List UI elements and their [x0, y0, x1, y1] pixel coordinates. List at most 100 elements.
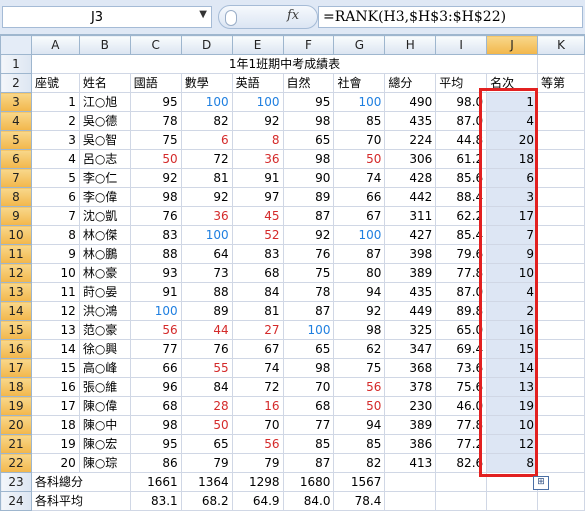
- seat-no-cell[interactable]: 4: [30, 149, 80, 169]
- subject-average-cell[interactable]: 83.1: [129, 491, 182, 511]
- seat-no-cell[interactable]: 15: [30, 358, 80, 378]
- science-score-cell[interactable]: 100: [282, 320, 335, 340]
- header-cell-g[interactable]: 社會: [333, 73, 386, 93]
- science-score-cell[interactable]: 98: [282, 358, 335, 378]
- math-score-cell[interactable]: 89: [180, 301, 233, 321]
- column-header-c[interactable]: C: [129, 35, 182, 55]
- row-header-18[interactable]: 18: [0, 377, 32, 397]
- total-cell[interactable]: 224: [384, 130, 437, 150]
- cell[interactable]: [537, 54, 585, 74]
- social-score-cell[interactable]: 98: [333, 320, 386, 340]
- column-header-k[interactable]: K: [537, 35, 585, 55]
- header-cell-c[interactable]: 國語: [129, 73, 182, 93]
- science-score-cell[interactable]: 87: [282, 301, 335, 321]
- social-score-cell[interactable]: 85: [333, 111, 386, 131]
- row-header-8[interactable]: 8: [0, 187, 32, 207]
- rank-cell[interactable]: 14: [486, 358, 539, 378]
- science-score-cell[interactable]: 65: [282, 130, 335, 150]
- chinese-score-cell[interactable]: 68: [129, 396, 182, 416]
- name-cell[interactable]: 林○鵬: [78, 244, 131, 264]
- grade-cell[interactable]: [537, 339, 585, 359]
- subject-average-cell[interactable]: 78.4: [333, 491, 386, 511]
- social-score-cell[interactable]: 50: [333, 149, 386, 169]
- header-cell-b[interactable]: 姓名: [78, 73, 131, 93]
- seat-no-cell[interactable]: 11: [30, 282, 80, 302]
- average-cell[interactable]: 85.4: [435, 225, 488, 245]
- chinese-score-cell[interactable]: 56: [129, 320, 182, 340]
- english-score-cell[interactable]: 79: [231, 453, 284, 473]
- seat-no-cell[interactable]: 8: [30, 225, 80, 245]
- rank-cell[interactable]: 6: [486, 168, 539, 188]
- chinese-score-cell[interactable]: 66: [129, 358, 182, 378]
- english-score-cell[interactable]: 36: [231, 149, 284, 169]
- name-cell[interactable]: 林○傑: [78, 225, 131, 245]
- subject-average-cell[interactable]: 84.0: [282, 491, 335, 511]
- chinese-score-cell[interactable]: 95: [129, 434, 182, 454]
- english-score-cell[interactable]: 27: [231, 320, 284, 340]
- english-score-cell[interactable]: 8: [231, 130, 284, 150]
- math-score-cell[interactable]: 82: [180, 111, 233, 131]
- chinese-score-cell[interactable]: 75: [129, 130, 182, 150]
- grade-cell[interactable]: [537, 415, 585, 435]
- average-cell[interactable]: 77.8: [435, 415, 488, 435]
- name-cell[interactable]: 吳○德: [78, 111, 131, 131]
- subject-total-cell[interactable]: 1298: [231, 472, 284, 492]
- row-header-13[interactable]: 13: [0, 282, 32, 302]
- chinese-score-cell[interactable]: 91: [129, 282, 182, 302]
- grade-cell[interactable]: [537, 225, 585, 245]
- row-header-2[interactable]: 2: [0, 73, 32, 93]
- grade-cell[interactable]: [537, 187, 585, 207]
- english-score-cell[interactable]: 81: [231, 301, 284, 321]
- cell[interactable]: [435, 472, 488, 492]
- chinese-score-cell[interactable]: 98: [129, 187, 182, 207]
- row-header-16[interactable]: 16: [0, 339, 32, 359]
- chinese-score-cell[interactable]: 100: [129, 301, 182, 321]
- seat-no-cell[interactable]: 9: [30, 244, 80, 264]
- social-score-cell[interactable]: 70: [333, 130, 386, 150]
- math-score-cell[interactable]: 100: [180, 225, 233, 245]
- english-score-cell[interactable]: 67: [231, 339, 284, 359]
- science-score-cell[interactable]: 68: [282, 396, 335, 416]
- row-header-15[interactable]: 15: [0, 320, 32, 340]
- chinese-score-cell[interactable]: 77: [129, 339, 182, 359]
- total-cell[interactable]: 490: [384, 92, 437, 112]
- total-cell[interactable]: 389: [384, 415, 437, 435]
- name-cell[interactable]: 李○偉: [78, 187, 131, 207]
- total-cell[interactable]: 435: [384, 111, 437, 131]
- name-cell[interactable]: 江○旭: [78, 92, 131, 112]
- science-score-cell[interactable]: 98: [282, 149, 335, 169]
- math-score-cell[interactable]: 55: [180, 358, 233, 378]
- average-cell[interactable]: 89.8: [435, 301, 488, 321]
- row-header-14[interactable]: 14: [0, 301, 32, 321]
- chinese-score-cell[interactable]: 98: [129, 415, 182, 435]
- rank-cell[interactable]: 2: [486, 301, 539, 321]
- english-score-cell[interactable]: 91: [231, 168, 284, 188]
- name-box[interactable]: J3 ▼: [2, 6, 212, 28]
- average-cell[interactable]: 46.0: [435, 396, 488, 416]
- science-score-cell[interactable]: 92: [282, 225, 335, 245]
- rank-cell[interactable]: 4: [486, 282, 539, 302]
- math-score-cell[interactable]: 64: [180, 244, 233, 264]
- grade-cell[interactable]: [537, 244, 585, 264]
- total-cell[interactable]: 311: [384, 206, 437, 226]
- row-header-6[interactable]: 6: [0, 149, 32, 169]
- total-cell[interactable]: 347: [384, 339, 437, 359]
- chinese-score-cell[interactable]: 96: [129, 377, 182, 397]
- rank-cell[interactable]: 4: [486, 111, 539, 131]
- science-score-cell[interactable]: 87: [282, 453, 335, 473]
- english-score-cell[interactable]: 16: [231, 396, 284, 416]
- subject-total-cell[interactable]: 1364: [180, 472, 233, 492]
- seat-no-cell[interactable]: 7: [30, 206, 80, 226]
- rank-cell[interactable]: 10: [486, 415, 539, 435]
- seat-no-cell[interactable]: 2: [30, 111, 80, 131]
- column-header-h[interactable]: H: [384, 35, 437, 55]
- chinese-score-cell[interactable]: 88: [129, 244, 182, 264]
- math-score-cell[interactable]: 36: [180, 206, 233, 226]
- rank-cell[interactable]: 20: [486, 130, 539, 150]
- average-cell[interactable]: 65.0: [435, 320, 488, 340]
- subject-total-cell[interactable]: 1567: [333, 472, 386, 492]
- header-cell-h[interactable]: 總分: [384, 73, 437, 93]
- science-score-cell[interactable]: 89: [282, 187, 335, 207]
- header-cell-d[interactable]: 數學: [180, 73, 233, 93]
- header-cell-k[interactable]: 等第: [537, 73, 585, 93]
